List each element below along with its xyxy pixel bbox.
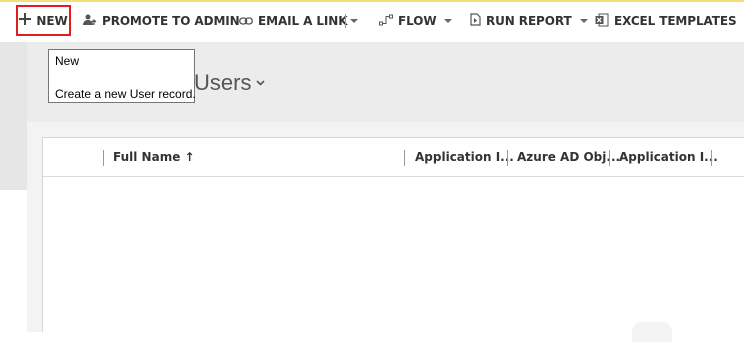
column-separator (711, 150, 712, 166)
command-bar: NEW PROMOTE TO ADMIN EMAIL A LINK FLOW R… (0, 0, 744, 42)
email-a-link-label: EMAIL A LINK (258, 14, 348, 28)
left-panel (0, 42, 27, 190)
new-button-label: NEW (36, 13, 68, 28)
top-accent-line (0, 0, 744, 2)
column-separator (609, 150, 610, 166)
user-promote-icon (83, 14, 97, 29)
flow-label: FLOW (398, 14, 437, 28)
link-icon (239, 14, 253, 28)
records-grid: Full Name ↑ Application I... Azure AD Ob… (42, 137, 744, 332)
excel-templates-label: EXCEL TEMPLATES (614, 14, 737, 28)
more-commands-dropdown[interactable] (350, 8, 358, 34)
new-button-tooltip: New Create a new User record. (48, 49, 196, 103)
run-report-button[interactable]: RUN REPORT (470, 8, 588, 34)
column-header-azure-ad-object-id[interactable]: Azure AD Obj... (517, 150, 620, 164)
promote-to-admin-button[interactable]: PROMOTE TO ADMIN (83, 8, 240, 34)
tooltip-title: New (55, 54, 80, 68)
watermark (632, 322, 672, 342)
view-selector-title[interactable]: Users (194, 70, 251, 96)
plus-icon (19, 13, 32, 28)
column-separator (404, 150, 405, 166)
left-panel-lower (0, 190, 27, 332)
report-icon (470, 13, 481, 29)
grid-header: Full Name ↑ Application I... Azure AD Ob… (43, 138, 744, 177)
excel-icon (595, 13, 609, 30)
chevron-down-icon[interactable] (256, 76, 265, 89)
chevron-down-icon (350, 19, 358, 23)
excel-templates-button[interactable]: EXCEL TEMPLATES (595, 8, 744, 34)
column-separator (507, 150, 508, 166)
new-button[interactable]: NEW (16, 5, 71, 36)
flow-icon (379, 14, 393, 29)
chevron-down-icon (444, 19, 453, 23)
column-header-application-id[interactable]: Application I... (415, 150, 514, 164)
email-a-link-button[interactable]: EMAIL A LINK (239, 8, 348, 34)
column-header-full-name[interactable]: Full Name ↑ (113, 150, 195, 164)
promote-to-admin-label: PROMOTE TO ADMIN (102, 14, 240, 28)
tooltip-description: Create a new User record. (55, 87, 196, 101)
toolbar-separator (345, 14, 346, 28)
column-header-application-id-uri[interactable]: Application I... (619, 150, 718, 164)
flow-button[interactable]: FLOW (379, 8, 453, 34)
run-report-label: RUN REPORT (486, 14, 572, 28)
chevron-down-icon (579, 19, 588, 23)
column-separator (103, 150, 104, 166)
